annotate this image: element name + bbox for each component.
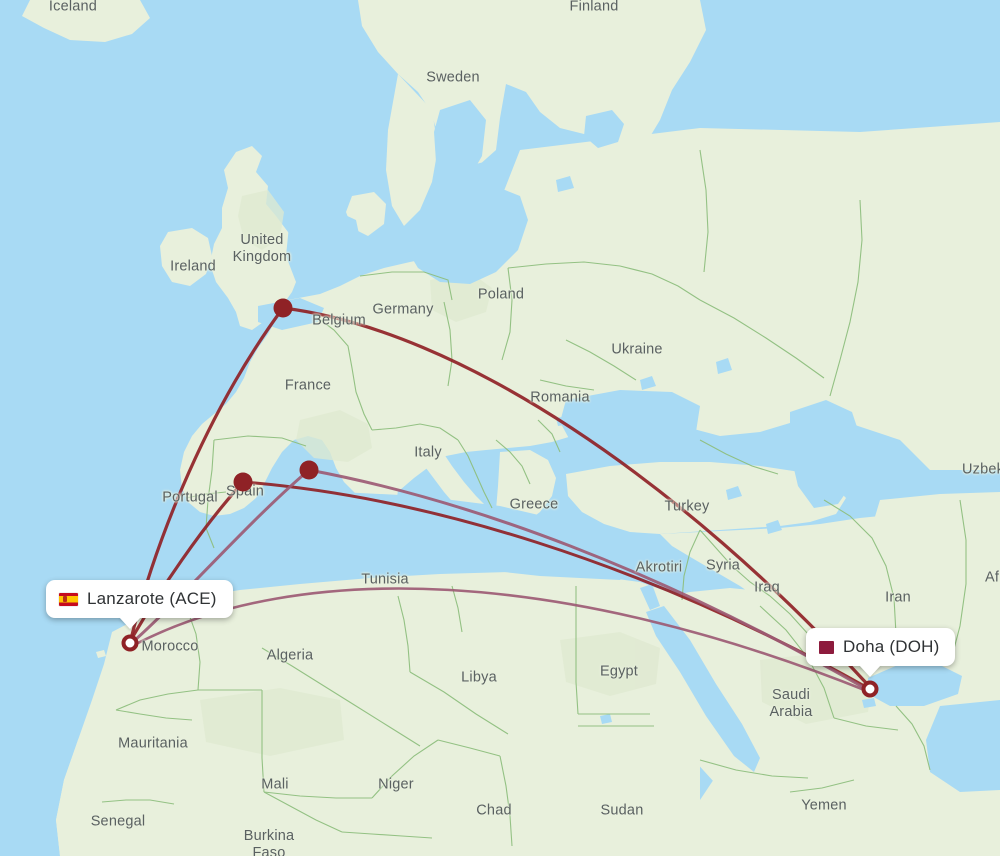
origin-airport-tooltip[interactable]: Lanzarote (ACE) bbox=[46, 580, 233, 629]
destination-airport-label: Doha (DOH) bbox=[843, 637, 940, 656]
london-waypoint[interactable] bbox=[273, 298, 293, 318]
tooltip-tail-destination bbox=[859, 665, 881, 677]
origin-airport-marker[interactable] bbox=[121, 634, 139, 652]
barcelona-waypoint[interactable] bbox=[299, 460, 319, 480]
tooltip-tail-origin bbox=[119, 617, 141, 629]
madrid-waypoint[interactable] bbox=[233, 472, 253, 492]
qatar-flag-icon bbox=[819, 640, 834, 654]
flight-route-map[interactable]: Iceland Finland Sweden Ireland United Kingdo… bbox=[0, 0, 1000, 856]
map-canvas bbox=[0, 0, 1000, 856]
origin-airport-label: Lanzarote (ACE) bbox=[87, 589, 217, 608]
destination-airport-marker[interactable] bbox=[861, 680, 879, 698]
spain-flag-icon bbox=[59, 592, 78, 606]
destination-airport-tooltip[interactable]: Doha (DOH) bbox=[806, 628, 956, 677]
